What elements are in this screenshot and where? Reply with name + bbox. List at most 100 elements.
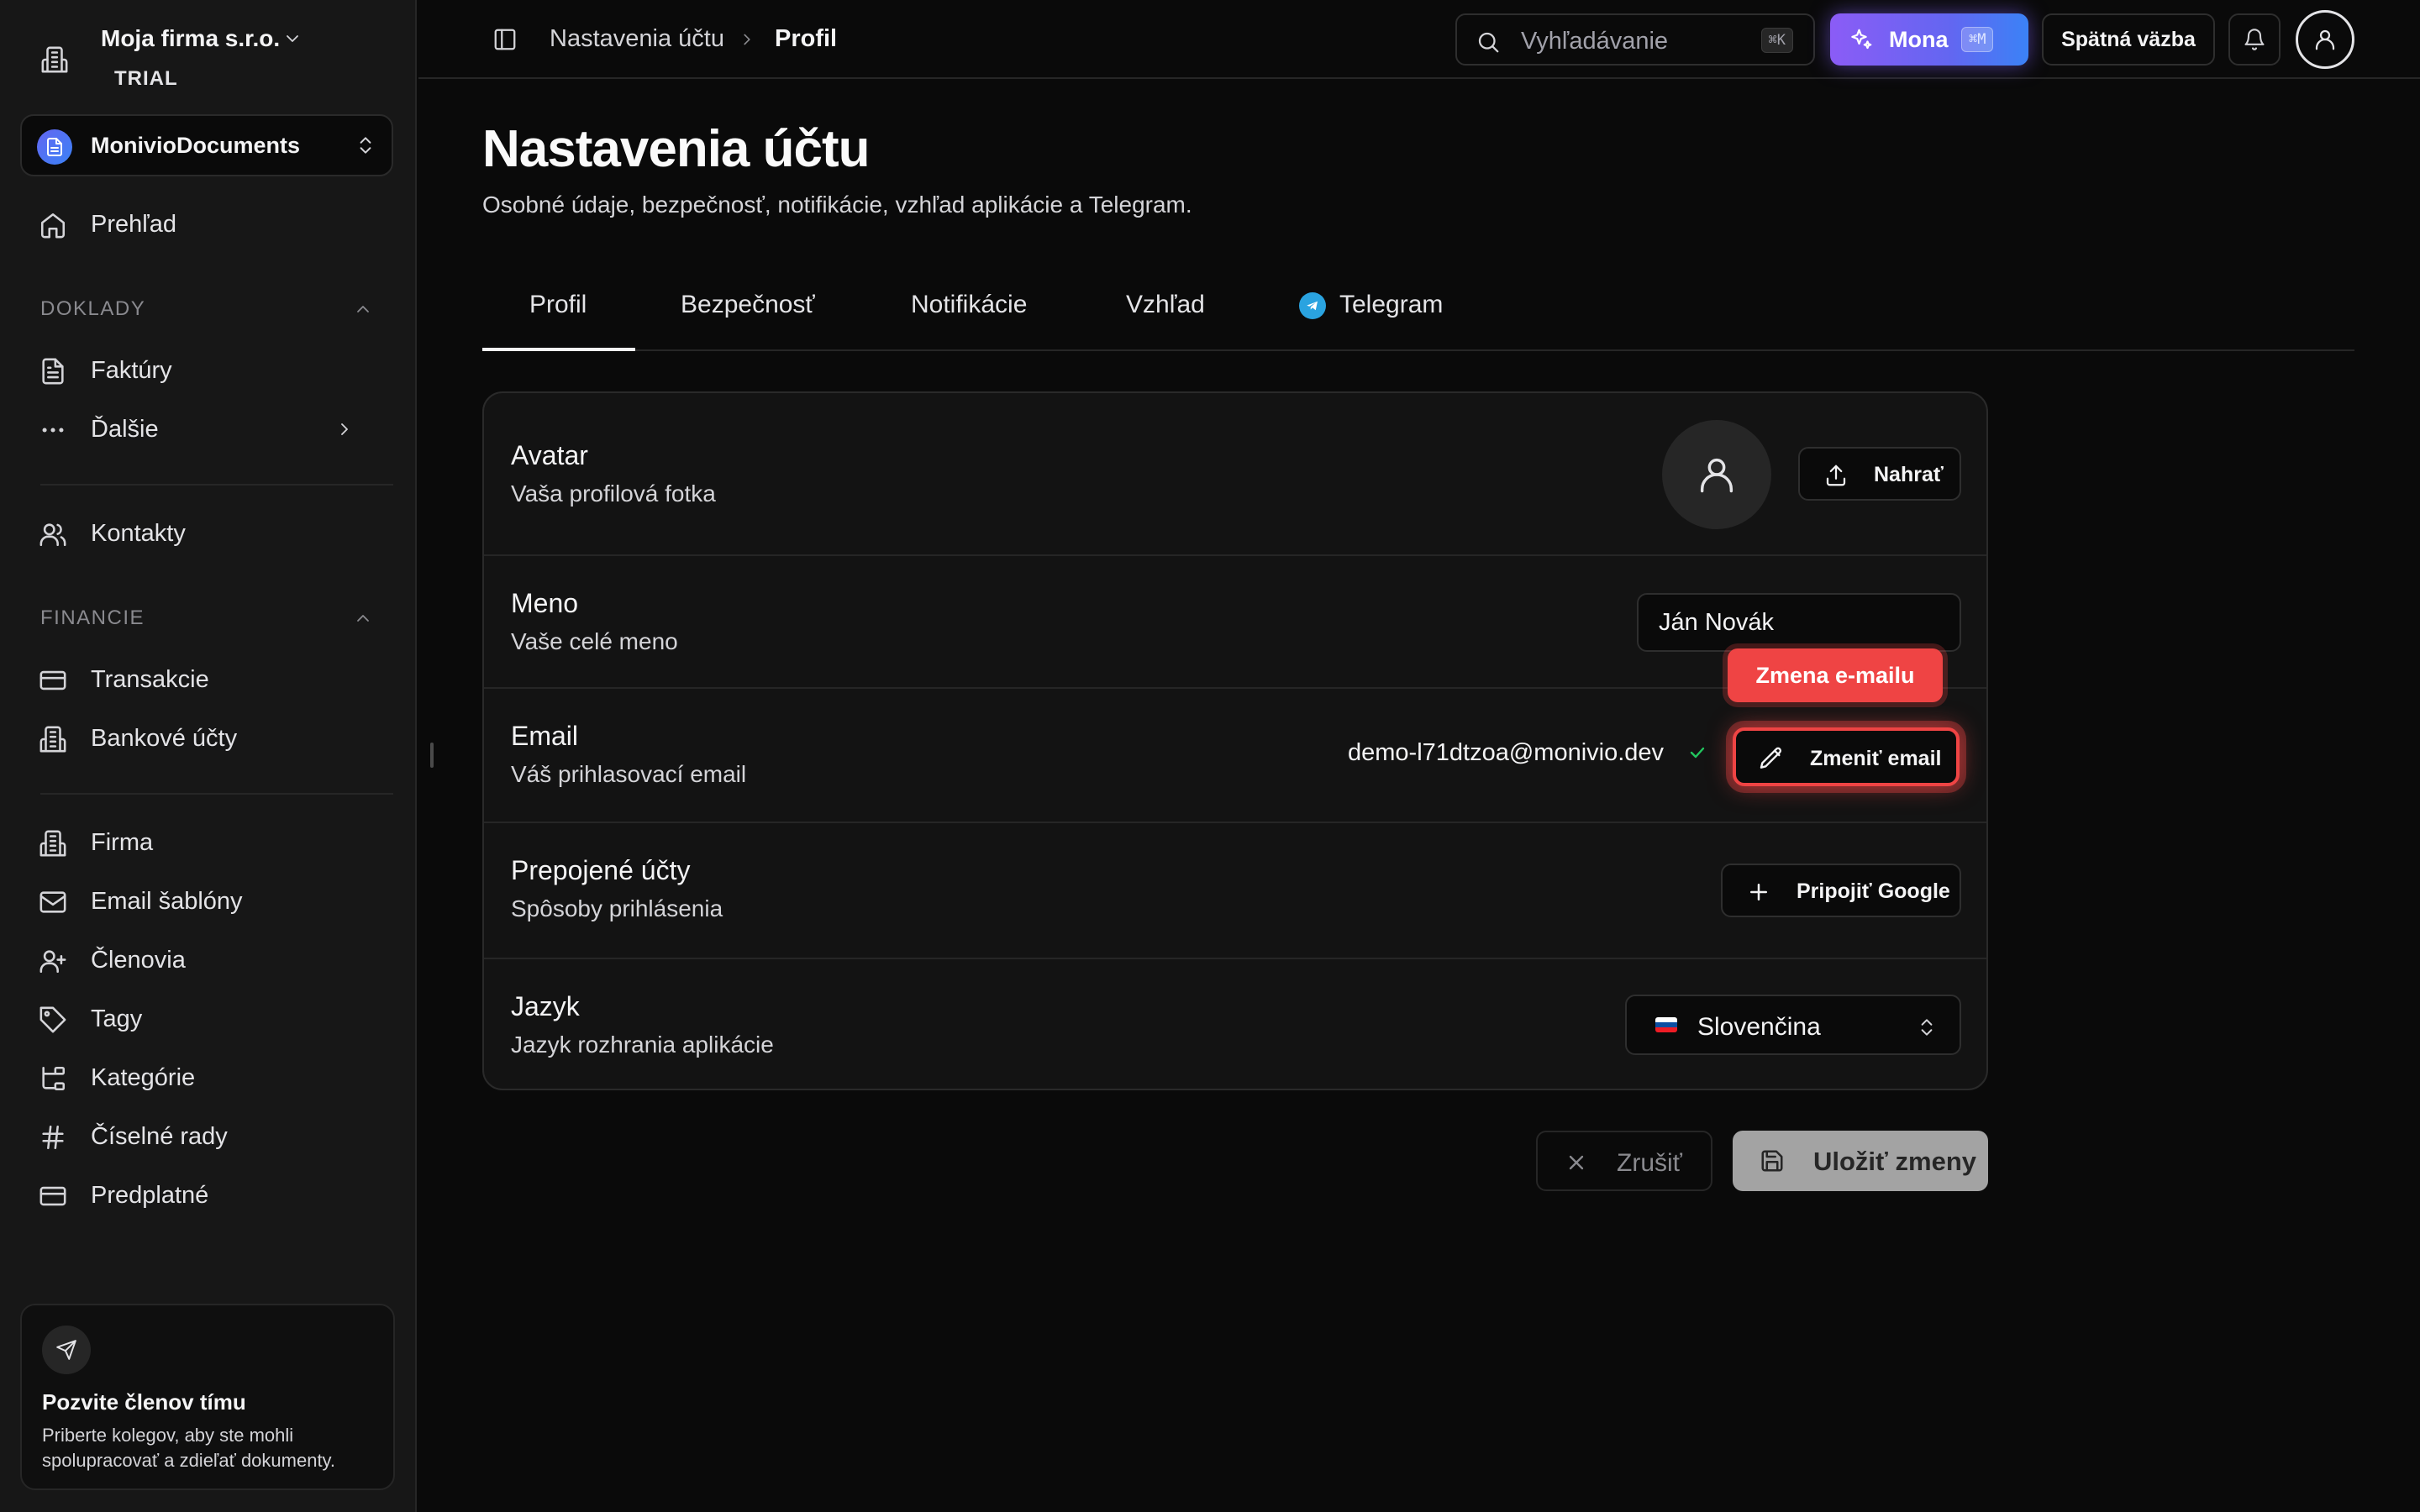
tab-label: Profil <box>529 291 587 318</box>
sidebar-item-transactions[interactable]: Transakcie <box>20 654 393 706</box>
breadcrumb-profile: Profil <box>775 25 838 52</box>
sidebar-item-label: Firma <box>91 829 154 856</box>
sidebar-item-label: Predplatné <box>91 1182 209 1209</box>
app-switcher[interactable]: MonivioDocuments <box>20 114 393 176</box>
sidebar-item-overview[interactable]: Prehľad <box>20 198 393 250</box>
chevrons-up-down-icon <box>1916 1016 1938 1038</box>
invite-card[interactable]: Pozvite členov tímu Priberte kolegov, ab… <box>20 1304 395 1490</box>
mona-shortcut: ⌘M <box>1961 27 1994 52</box>
upload-icon <box>1823 463 1849 488</box>
org-name: Moja firma s.r.o. <box>101 25 281 51</box>
org-switcher[interactable]: Moja firma s.r.o. TRIAL <box>24 20 393 101</box>
sidebar-item-members[interactable]: Členovia <box>20 934 393 986</box>
upload-avatar-button[interactable]: Nahrať <box>1798 447 1961 501</box>
save-button[interactable]: Uložiť zmeny <box>1733 1131 1988 1191</box>
email-value: demo-l71dtzoa@monivio.dev <box>1348 739 1665 766</box>
plan-badge: TRIAL <box>114 67 178 90</box>
language-select[interactable]: Slovenčina <box>1625 995 1961 1055</box>
divider <box>40 484 393 486</box>
sidebar-item-label: Email šablóny <box>91 888 243 915</box>
sidebar-item-number-series[interactable]: Číselné rady <box>20 1110 393 1163</box>
sidebar-item-bank-accounts[interactable]: Bankové účty <box>20 712 393 764</box>
pencil-icon <box>1758 745 1785 772</box>
tab-telegram[interactable]: Telegram <box>1299 291 1459 351</box>
profile-settings-card: Avatar Vaša profilová fotka Nahrať Meno … <box>482 391 1988 1090</box>
full-name-input[interactable] <box>1637 593 1961 652</box>
sidebar-toggle-icon[interactable] <box>492 27 518 52</box>
tab-profile[interactable]: Profil <box>482 291 635 351</box>
sidebar-item-contacts[interactable]: Kontakty <box>20 507 393 559</box>
save-icon <box>1760 1148 1785 1173</box>
invite-title: Pozvite členov tímu <box>42 1389 246 1415</box>
button-label: Zmeniť email <box>1810 747 1942 770</box>
mail-icon <box>39 888 67 916</box>
connect-google-button[interactable]: Pripojiť Google <box>1721 864 1961 917</box>
sidebar-item-label: Prehľad <box>91 211 176 238</box>
users-icon <box>39 520 67 549</box>
page-title: Nastavenia účtu <box>482 120 871 178</box>
sidebar-item-subscription[interactable]: Predplatné <box>20 1169 393 1221</box>
cancel-button[interactable]: Zrušiť <box>1536 1131 1712 1191</box>
user-icon <box>2312 27 2338 52</box>
change-email-tooltip: Zmena e-mailu <box>1728 648 1943 702</box>
sidebar-item-email-templates[interactable]: Email šablóny <box>20 875 393 927</box>
mona-assistant-button[interactable]: Mona ⌘M <box>1830 13 2028 66</box>
sidebar-item-label: Tagy <box>91 1005 143 1032</box>
page-subtitle: Osobné údaje, bezpečnosť, notifikácie, v… <box>482 192 1192 218</box>
button-label: Zrušiť <box>1617 1149 1682 1177</box>
settings-tabs: Profil Bezpečnosť Notifikácie Vzhľad Tel… <box>482 274 2354 351</box>
sidebar-item-invoices[interactable]: Faktúry <box>20 344 393 396</box>
document-icon <box>39 357 67 386</box>
hash-icon <box>39 1123 67 1152</box>
tab-label: Telegram <box>1339 291 1444 318</box>
sidebar-item-more[interactable]: Ďalšie <box>20 403 393 455</box>
row-description: Vaše celé meno <box>511 628 678 654</box>
avatar <box>1662 420 1771 529</box>
breadcrumb-settings[interactable]: Nastavenia účtu <box>550 25 724 53</box>
chevron-up-icon[interactable] <box>353 299 373 319</box>
more-horizontal-icon <box>39 416 67 444</box>
tab-appearance[interactable]: Vzhľad <box>1126 291 1227 351</box>
row-title: Prepojené účty <box>511 855 691 885</box>
notifications-button[interactable] <box>2228 13 2281 66</box>
search-placeholder: Vyhľadávanie <box>1521 28 1669 55</box>
user-menu-avatar[interactable] <box>2296 10 2354 69</box>
slovak-flag-icon <box>1655 1017 1677 1032</box>
chevron-up-icon[interactable] <box>353 608 373 628</box>
sidebar-item-categories[interactable]: Kategórie <box>20 1052 393 1104</box>
tag-icon <box>39 1005 67 1034</box>
search-icon <box>1476 29 1501 55</box>
user-plus-icon <box>39 947 67 975</box>
language-row: Jazyk Jazyk rozhrania aplikácie Slovenči… <box>484 959 1986 1090</box>
search-input[interactable]: Vyhľadávanie ⌘K <box>1455 13 1815 66</box>
avatar-row: Avatar Vaša profilová fotka Nahrať <box>484 393 1986 556</box>
tab-notifications[interactable]: Notifikácie <box>911 291 1079 351</box>
sidebar-item-label: Ďalšie <box>91 416 159 443</box>
section-header-finance: FINANCIE <box>40 606 145 629</box>
home-icon <box>39 211 67 239</box>
sidebar-item-label: Faktúry <box>91 357 172 384</box>
row-title: Jazyk <box>511 991 580 1021</box>
feedback-button[interactable]: Spätná väzba <box>2042 13 2215 66</box>
row-title: Email <box>511 721 579 751</box>
row-description: Váš prihlasovací email <box>511 761 747 787</box>
verified-check-icon <box>1687 743 1707 763</box>
sidebar-item-label: Kontakty <box>91 520 186 547</box>
sidebar-item-company[interactable]: Firma <box>20 816 393 869</box>
chevron-right-icon <box>334 419 355 439</box>
app-name: MonivioDocuments <box>91 133 301 158</box>
row-title: Meno <box>511 588 579 618</box>
tab-security[interactable]: Bezpečnosť <box>681 291 832 351</box>
sidebar-resize-handle[interactable] <box>430 743 434 768</box>
tab-label: Notifikácie <box>911 291 1028 318</box>
telegram-icon <box>1299 292 1326 319</box>
sidebar-item-label: Transakcie <box>91 666 209 693</box>
send-icon <box>42 1326 91 1374</box>
sidebar-item-tags[interactable]: Tagy <box>20 993 393 1045</box>
change-email-button[interactable]: Zmeniť email <box>1733 727 1960 786</box>
chevron-right-icon <box>738 30 756 49</box>
sidebar-item-label: Číselné rady <box>91 1123 228 1150</box>
search-shortcut: ⌘K <box>1760 28 1793 53</box>
row-description: Vaša profilová fotka <box>511 480 716 507</box>
sidebar: Moja firma s.r.o. TRIAL MonivioDocuments… <box>0 0 417 1512</box>
